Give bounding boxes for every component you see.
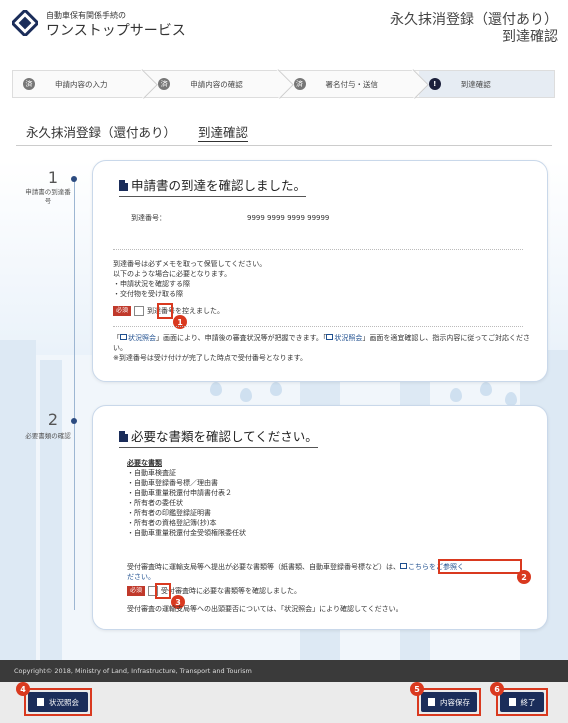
arrival-number-value: 9999 9999 9999 99999 bbox=[247, 214, 330, 222]
arrival-number-label: 到達番号： bbox=[131, 214, 166, 222]
step-label: 申請内容の確認 bbox=[190, 79, 243, 89]
status-inquiry-link[interactable]: 状況照会 bbox=[120, 334, 156, 342]
service-logo-icon bbox=[12, 10, 38, 36]
docs-check-row: 必須 受付審査時に必要な書類等を確認しました。 bbox=[127, 586, 301, 596]
status-inquiry-info: 「状況照会」画面により、申請後の審査状況等が把握できます。「 状況照会」画面を適宜… bbox=[113, 334, 531, 362]
appearance-notice: 受付審査の運輸支局等への出頭要否については、「状況照会」により確認してください。 bbox=[127, 605, 403, 613]
building-illustration bbox=[0, 340, 36, 660]
step-done-icon: 済 bbox=[158, 78, 171, 90]
docs-check-label: 受付審査時に必要な書類等を確認しました。 bbox=[161, 587, 302, 595]
required-badge: 必須 bbox=[127, 586, 146, 596]
highlight-frame bbox=[155, 583, 171, 599]
status-inquiry-link[interactable]: 状況照会 bbox=[326, 334, 362, 342]
step-arrival-confirm: ! 到達確認 bbox=[418, 71, 554, 97]
sub-title-procedure: 永久抹消登録（還付あり） bbox=[26, 125, 177, 140]
callout-badge: 2 bbox=[517, 570, 531, 584]
page-title: 永久抹消登録（還付あり） 到達確認 bbox=[390, 12, 558, 46]
required-docs-list: 必要な書類 ・自動車検査証 ・自動車登録番号標／理由書 ・自動車重量税還付申請書… bbox=[127, 459, 246, 537]
section-number-2: 2 bbox=[47, 410, 59, 429]
document-icon bbox=[119, 431, 128, 442]
sub-title-stage: 到達確認 bbox=[198, 125, 249, 142]
step-sign-send: 済 署名付与・送信 bbox=[284, 69, 429, 99]
arrival-confirm-checkbox[interactable] bbox=[134, 306, 145, 316]
timeline-dot bbox=[71, 418, 77, 424]
callout-badge: 4 bbox=[16, 682, 30, 696]
timeline-line bbox=[74, 180, 75, 610]
external-link-icon bbox=[400, 563, 407, 569]
external-link-icon bbox=[120, 334, 127, 340]
step-label: 到達確認 bbox=[460, 79, 491, 89]
raindrop-icon bbox=[450, 388, 462, 402]
highlight-frame bbox=[157, 303, 173, 319]
page-title-line1: 永久抹消登録（還付あり） bbox=[390, 12, 558, 28]
arrival-card: 申請書の到達を確認しました。 到達番号： 9999 9999 9999 9999… bbox=[92, 160, 548, 382]
external-link-icon bbox=[326, 334, 334, 340]
required-badge: 必須 bbox=[113, 306, 132, 316]
highlight-frame bbox=[438, 559, 522, 574]
step-label: 申請内容の入力 bbox=[55, 79, 108, 89]
copyright: Copyright© 2018, Ministry of Land, Infra… bbox=[14, 667, 252, 675]
timeline-dot bbox=[71, 176, 77, 182]
footer: Copyright© 2018, Ministry of Land, Infra… bbox=[0, 660, 568, 723]
sub-title-bar: 永久抹消登録（還付あり） 到達確認 bbox=[16, 112, 552, 146]
step-done-icon: 済 bbox=[23, 78, 35, 90]
section-side-label-1: 申請書の到達番号 bbox=[25, 188, 71, 205]
highlight-frame bbox=[496, 688, 548, 716]
raindrop-icon bbox=[270, 382, 282, 396]
step-input: 済 申請内容の入力 bbox=[13, 69, 159, 99]
raindrop-icon bbox=[240, 388, 252, 402]
page-title-line2: 到達確認 bbox=[502, 29, 558, 45]
step-label: 署名付与・送信 bbox=[325, 79, 379, 89]
highlight-frame bbox=[24, 688, 92, 716]
progress-steps: 済 申請内容の入力 済 申請内容の確認 済 署名付与・送信 ! 到達確認 bbox=[12, 69, 555, 99]
raindrop-icon bbox=[480, 382, 492, 396]
required-docs-card: 必要な書類を確認してください。 必要な書類 ・自動車検査証 ・自動車登録番号標／… bbox=[92, 405, 548, 630]
arrival-note: 到達番号は必ずメモを取って保管してください。 以下のような場合に必要となります。… bbox=[113, 260, 267, 298]
callout-badge: 6 bbox=[490, 682, 504, 696]
step-done-icon: 済 bbox=[293, 78, 306, 90]
section-number-1: 1 bbox=[47, 168, 59, 187]
step-confirm: 済 申請内容の確認 bbox=[148, 69, 294, 99]
raindrop-icon bbox=[210, 382, 222, 396]
raindrop-icon bbox=[505, 392, 517, 406]
highlight-frame bbox=[417, 688, 481, 716]
section-side-label-2: 必要書類の確認 bbox=[25, 432, 71, 440]
arrival-card-title: 申請書の到達を確認しました。 bbox=[119, 175, 307, 197]
sub-title: 永久抹消登録（還付あり） 到達確認 bbox=[26, 122, 266, 142]
building-illustration bbox=[40, 360, 62, 660]
header: 自動車保有関係手続の ワンストップサービス 永久抹消登録（還付あり） 到達確認 bbox=[0, 0, 568, 56]
callout-badge: 5 bbox=[410, 682, 424, 696]
required-docs-title: 必要な書類を確認してください。 bbox=[119, 426, 318, 448]
document-icon bbox=[119, 180, 128, 191]
step-current-icon: ! bbox=[428, 78, 441, 90]
service-name: ワンストップサービス bbox=[46, 23, 186, 39]
